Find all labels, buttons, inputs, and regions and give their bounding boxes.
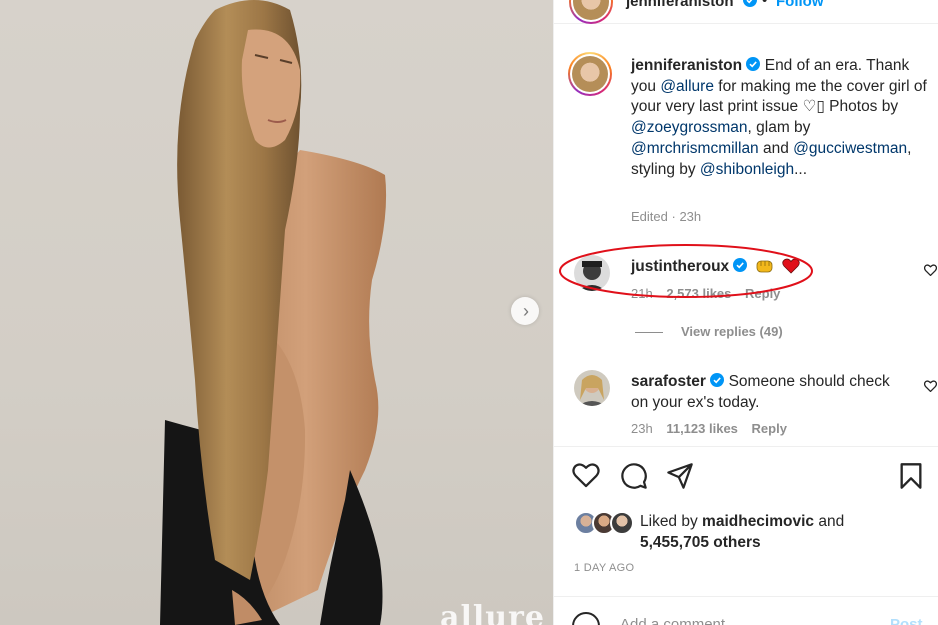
comment-username[interactable]: sarafoster xyxy=(631,373,706,390)
verified-badge-icon xyxy=(710,373,725,387)
likes-count[interactable]: 5,455,705 others xyxy=(640,534,761,551)
mention-zoeygrossman[interactable]: @zoeygrossman xyxy=(631,119,748,136)
liked-by-user[interactable]: maidhecimovic xyxy=(702,513,814,530)
post-header: jenniferaniston • Follow ••• xyxy=(554,0,938,24)
next-photo-button[interactable]: › xyxy=(511,297,539,325)
view-replies-button[interactable]: View replies (49) xyxy=(635,324,783,339)
edited-label: Edited xyxy=(631,209,668,224)
divider-line xyxy=(635,332,663,334)
comment-time[interactable]: 23h xyxy=(631,421,653,436)
save-bookmark-icon[interactable] xyxy=(899,462,923,495)
more-options-icon[interactable]: ••• xyxy=(899,0,921,7)
caption-avatar[interactable] xyxy=(568,52,612,96)
comment-meta: 23h 11,123 likes Reply xyxy=(631,421,797,436)
comment-text: sarafoster Someone should check on your … xyxy=(631,372,901,413)
emoji-picker-icon[interactable] xyxy=(572,612,600,625)
author-username[interactable]: jenniferaniston xyxy=(626,0,734,10)
post-details-panel: jenniferaniston • Follow ••• jenniferani… xyxy=(553,0,938,625)
author-avatar[interactable] xyxy=(569,0,613,24)
mention-gucciwestman[interactable]: @gucciwestman xyxy=(793,140,907,157)
caption-username[interactable]: jenniferaniston xyxy=(631,57,742,74)
caption-emoji: ♡▯ xyxy=(802,98,825,116)
caption-timestamp[interactable]: 23h xyxy=(679,209,701,224)
add-comment-input[interactable]: Add a comment... xyxy=(620,616,738,625)
section-divider xyxy=(554,596,938,597)
liked-by-prefix: Liked by xyxy=(640,513,703,530)
liker-avatars[interactable] xyxy=(574,511,636,535)
section-divider xyxy=(554,446,938,447)
caption-part: Photos by xyxy=(824,98,899,116)
comment-bubble-icon[interactable] xyxy=(620,462,648,495)
add-comment-bar: Add a comment... Post xyxy=(554,606,938,625)
view-replies-label: View replies (49) xyxy=(681,324,783,339)
like-comment-heart-icon[interactable] xyxy=(923,263,938,281)
caption-part: and xyxy=(758,139,794,157)
post-photo[interactable]: › allure xyxy=(0,0,553,625)
post-date[interactable]: 1 DAY AGO xyxy=(574,562,634,574)
caption-part: , glam by xyxy=(747,119,811,137)
like-comment-heart-icon[interactable] xyxy=(923,379,938,397)
like-heart-icon[interactable] xyxy=(572,462,600,493)
mention-allure[interactable]: @allure xyxy=(660,78,714,95)
post-actions xyxy=(554,462,938,494)
post-comment-button[interactable]: Post xyxy=(890,616,923,625)
caption-meta: Edited · 23h xyxy=(631,209,702,224)
photo-illustration xyxy=(160,0,387,625)
share-send-icon[interactable] xyxy=(666,462,694,495)
caption-text: jenniferaniston End of an era. Thank you… xyxy=(631,56,931,180)
liked-by-suffix: and xyxy=(814,513,845,530)
mention-mrchrismcmillan[interactable]: @mrchrismcmillan xyxy=(631,140,759,157)
highlight-circle xyxy=(559,244,813,298)
mention-shibonleigh[interactable]: @shibonleigh xyxy=(700,161,794,178)
verified-badge-icon xyxy=(746,57,761,71)
caption-ellipsis: ... xyxy=(794,160,808,178)
commenter-avatar[interactable] xyxy=(574,370,610,406)
reply-button[interactable]: Reply xyxy=(752,421,787,436)
photo-watermark: allure xyxy=(440,600,545,625)
separator-dot: • xyxy=(762,0,768,9)
follow-button[interactable]: Follow xyxy=(776,0,824,10)
comment-likes[interactable]: 11,123 likes xyxy=(666,421,738,436)
verified-badge-icon xyxy=(743,0,757,12)
liked-by-text: Liked by maidhecimovic and 5,455,705 oth… xyxy=(640,512,844,553)
chevron-right-icon: › xyxy=(523,301,529,321)
